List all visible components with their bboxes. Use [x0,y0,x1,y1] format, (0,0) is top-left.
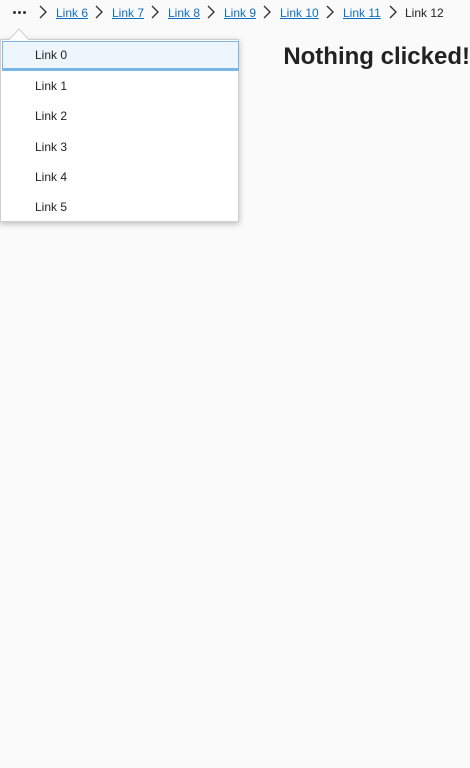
breadcrumb-link-10[interactable]: Link 10 [280,6,319,20]
menu-item-link-3[interactable]: Link 3 [2,132,239,162]
chevron-right-icon [94,5,104,19]
chevron-right-icon [206,5,216,19]
chevron-right-icon [150,5,160,19]
menu-item-link-4[interactable]: Link 4 [2,162,239,192]
breadcrumb-link-6[interactable]: Link 6 [56,6,88,20]
breadcrumb: Link 6 Link 7 Link 8 Link 9 Link 10 Link… [0,0,470,25]
chevron-right-icon [325,5,335,19]
breadcrumb-link-11[interactable]: Link 11 [343,6,381,20]
breadcrumb-link-8[interactable]: Link 8 [168,6,200,20]
click-status-heading: Nothing clicked! [283,43,470,70]
more-horizontal-icon [12,10,27,14]
chevron-right-icon [38,5,48,19]
menu-item-link-1[interactable]: Link 1 [2,71,239,101]
chevron-right-icon [262,5,272,19]
menu-item-link-2[interactable]: Link 2 [2,101,239,131]
overflow-menu: Link 0 Link 1 Link 2 Link 3 Link 4 Link … [0,39,239,222]
breadcrumb-link-9[interactable]: Link 9 [224,6,256,20]
menu-item-link-5[interactable]: Link 5 [2,192,239,222]
callout-beak [9,28,29,40]
breadcrumb-current-item: Link 12 [405,6,444,20]
breadcrumb-overflow-button[interactable] [8,3,30,21]
chevron-right-icon [388,5,398,19]
breadcrumb-link-7[interactable]: Link 7 [112,6,144,20]
menu-item-link-0[interactable]: Link 0 [2,41,239,71]
